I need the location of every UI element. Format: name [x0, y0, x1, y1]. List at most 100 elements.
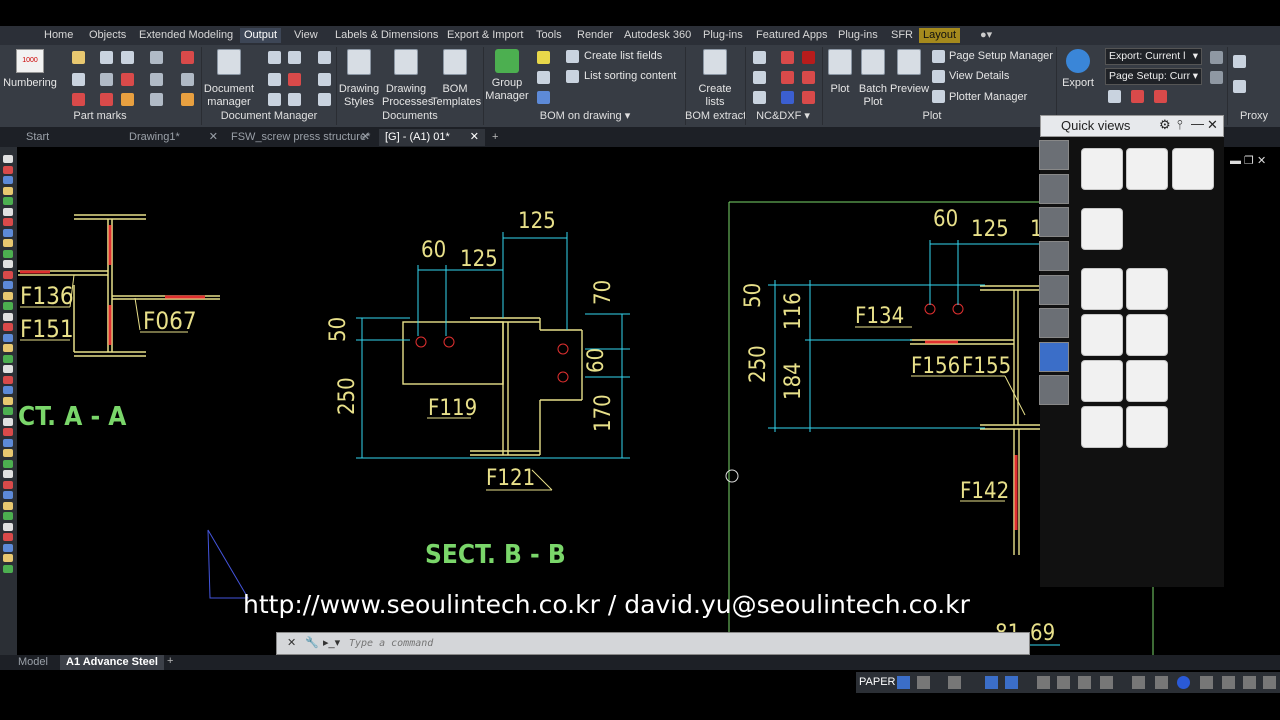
- doc-tab-drawing1[interactable]: Drawing1* ✕: [123, 129, 224, 146]
- bom-templates-button[interactable]: BOM Templates: [431, 49, 481, 109]
- left-tool-icon[interactable]: [3, 239, 13, 247]
- left-tool-icon[interactable]: [3, 228, 13, 237]
- export-button[interactable]: Export: [1058, 49, 1098, 90]
- transparency-icon[interactable]: [1057, 676, 1070, 689]
- doc-tab-fsw[interactable]: FSW_screw press structure* ✕: [225, 129, 376, 146]
- left-tool-icon[interactable]: [3, 491, 13, 499]
- part-mark-tool-icon[interactable]: [121, 51, 134, 64]
- left-tool-icon[interactable]: [3, 417, 13, 426]
- corner-plate-icon[interactable]: [1081, 406, 1123, 448]
- left-tool-icon[interactable]: [3, 323, 13, 331]
- layout-tab-a1-advance-steel[interactable]: A1 Advance Steel: [60, 655, 164, 670]
- nc-tool-icon[interactable]: [753, 91, 766, 104]
- proxy-tool-icon[interactable]: [1233, 55, 1246, 68]
- view-details-button[interactable]: View Details: [949, 69, 1009, 83]
- left-tool-icon[interactable]: [3, 260, 13, 268]
- page-setup-manager-button[interactable]: Page Setup Manager: [949, 49, 1053, 63]
- tab-featured-apps[interactable]: Featured Apps: [756, 28, 828, 43]
- tab-autodesk-360[interactable]: Autodesk 360: [624, 28, 691, 43]
- nc-tool-icon[interactable]: [753, 71, 766, 84]
- page-setup-combo[interactable]: Page Setup: Curr ▾: [1105, 68, 1202, 85]
- plate-view-icon[interactable]: [1126, 268, 1168, 310]
- plus-icon[interactable]: [1132, 676, 1145, 689]
- doc-tool-icon[interactable]: [288, 51, 301, 64]
- document-manager-button[interactable]: Document manager: [203, 49, 255, 109]
- nc-tool-icon[interactable]: [802, 91, 815, 104]
- tab-sfr[interactable]: SFR: [891, 28, 913, 43]
- left-tool-icon[interactable]: [3, 449, 13, 457]
- left-tool-icon[interactable]: [3, 396, 13, 405]
- folded-plate-icon[interactable]: [1126, 360, 1168, 402]
- create-list-fields-button[interactable]: Create list fields: [584, 49, 662, 63]
- list-sorting-content-button[interactable]: List sorting content: [584, 69, 676, 83]
- tab-render[interactable]: Render: [577, 28, 613, 43]
- block-view-icon[interactable]: [1081, 314, 1123, 356]
- numbering-button[interactable]: 1000 Numbering: [3, 49, 57, 90]
- left-tool-icon[interactable]: [3, 512, 13, 520]
- nc-tool-icon[interactable]: [802, 51, 815, 64]
- osnap-icon[interactable]: [985, 676, 998, 689]
- ortho-icon[interactable]: [948, 676, 961, 689]
- part-mark-tool-icon[interactable]: [181, 73, 194, 86]
- joint-view-icon[interactable]: [1126, 148, 1168, 190]
- part-mark-tool-icon[interactable]: [150, 73, 163, 86]
- export-tool-icon[interactable]: [1210, 51, 1223, 64]
- measure-icon[interactable]: [1039, 241, 1069, 271]
- doc-tool-icon[interactable]: [268, 73, 281, 86]
- left-tool-icon[interactable]: [3, 270, 13, 279]
- cube-view-icon[interactable]: [1081, 208, 1123, 250]
- bom-tool-icon[interactable]: [537, 51, 550, 64]
- left-tool-icon[interactable]: [3, 218, 13, 226]
- part-mark-tool-icon[interactable]: [121, 73, 134, 86]
- lineweight-icon[interactable]: [1037, 676, 1050, 689]
- otrack-icon[interactable]: [1005, 676, 1018, 689]
- left-tool-icon[interactable]: [3, 365, 13, 373]
- create-lists-button[interactable]: Create lists: [690, 49, 740, 109]
- doc-tool-icon[interactable]: [318, 93, 331, 106]
- left-tool-icon[interactable]: [3, 480, 13, 489]
- plot-button[interactable]: Plot: [825, 49, 855, 96]
- left-tool-icon[interactable]: [3, 281, 13, 289]
- tab-extended-modeling[interactable]: Extended Modeling: [139, 28, 233, 43]
- left-tool-icon[interactable]: [3, 459, 13, 468]
- left-tool-icon[interactable]: [3, 333, 13, 342]
- quick-view-tool-icon[interactable]: [1039, 342, 1069, 372]
- left-tool-icon[interactable]: [3, 302, 13, 310]
- left-tool-icon[interactable]: [3, 186, 13, 195]
- doc-tool-icon[interactable]: [318, 73, 331, 86]
- clean-screen-icon[interactable]: [1243, 676, 1256, 689]
- part-mark-tool-icon[interactable]: [181, 93, 194, 106]
- wrench-icon[interactable]: 🔧: [305, 636, 319, 649]
- doc-tool-icon[interactable]: [318, 51, 331, 64]
- left-tool-icon[interactable]: [3, 522, 13, 531]
- part-mark-tool-icon[interactable]: [121, 93, 134, 106]
- part-mark-tool-icon[interactable]: [100, 93, 113, 106]
- new-tab-button[interactable]: +: [486, 129, 508, 146]
- tab-plug-ins[interactable]: Plug-ins: [703, 28, 743, 43]
- nc-tool-icon[interactable]: [781, 51, 794, 64]
- doc-tool-icon[interactable]: [288, 73, 301, 86]
- grid-icon[interactable]: [897, 676, 910, 689]
- pin-icon[interactable]: ⫯: [1177, 117, 1183, 133]
- tab-labels-dimensions[interactable]: Labels & Dimensions: [335, 28, 438, 43]
- panel-title-ncdxf[interactable]: NC&DXF ▾: [748, 109, 818, 124]
- drawing-processes-button[interactable]: Drawing Processes: [382, 49, 433, 109]
- close-icon[interactable]: ✕: [361, 129, 370, 146]
- proxy-tool-icon[interactable]: [1233, 80, 1246, 93]
- tab-layout[interactable]: Layout: [919, 28, 961, 43]
- group-manager-button[interactable]: Group Manager: [485, 49, 529, 103]
- export-combo[interactable]: Export: Current l ▾: [1105, 48, 1202, 65]
- annotation-icon[interactable]: [1155, 676, 1168, 689]
- left-tool-icon[interactable]: [3, 501, 13, 510]
- menu-icon[interactable]: [1263, 676, 1276, 689]
- beam-view-icon[interactable]: [1081, 148, 1123, 190]
- gear-icon[interactable]: ⚙: [1159, 117, 1171, 133]
- frame-view-icon[interactable]: [1081, 268, 1123, 310]
- left-tool-icon[interactable]: [3, 554, 13, 562]
- panel-title-bom-on-drawing[interactable]: BOM on drawing ▾: [485, 109, 685, 124]
- close-icon[interactable]: ✕: [287, 636, 296, 649]
- left-tool-icon[interactable]: [3, 543, 13, 552]
- tab-home[interactable]: Home: [44, 28, 73, 43]
- tab-view[interactable]: View: [294, 28, 318, 43]
- nc-tool-icon[interactable]: [753, 51, 766, 64]
